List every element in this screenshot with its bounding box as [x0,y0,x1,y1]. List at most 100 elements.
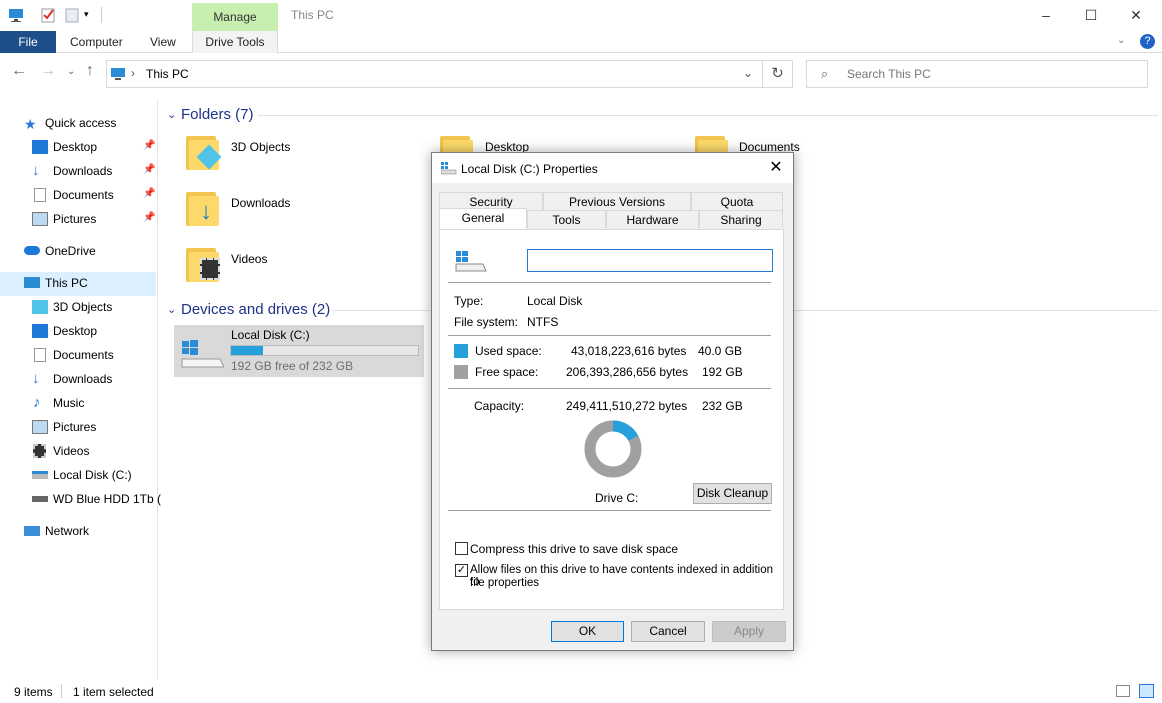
capacity-bytes: 249,411,510,272 bytes [566,399,688,413]
local-disk-tile[interactable]: Local Disk (C:) 192 GB free of 232 GB [174,325,424,377]
index-checkbox[interactable]: ✓ [455,564,468,577]
breadcrumb-chevron-icon: › [131,66,135,80]
tab-previous-versions[interactable]: Previous Versions [543,192,691,210]
ribbon-tabs: File Computer View Drive Tools ⌄ ? [0,31,1162,53]
up-icon[interactable]: ↑ [86,62,94,80]
drive-icon [32,496,48,502]
properties-icon[interactable] [40,7,56,23]
address-bar[interactable]: › This PC ⌄ [106,60,763,88]
separator [448,282,771,283]
pin-icon[interactable]: 📌 [143,212,155,223]
tab-hardware[interactable]: Hardware [606,210,699,228]
tab-sharing[interactable]: Sharing [699,210,783,228]
help-icon[interactable]: ? [1140,34,1155,49]
usage-donut-chart [584,420,642,478]
free-space-swatch [454,365,468,379]
index-label-line2: file properties [470,577,540,589]
windows-drive-icon [455,251,487,272]
back-icon[interactable]: ← [11,62,27,80]
sidebar-label: Music [53,396,85,410]
collapse-chevron-icon[interactable]: ⌄ [167,108,176,121]
folder-label[interactable]: 3D Objects [231,140,290,154]
sidebar-label: Local Disk (C:) [53,468,132,482]
ok-button[interactable]: OK [551,621,624,642]
sidebar-label: Downloads [53,372,113,386]
filesystem-label: File system: [454,315,519,329]
cloud-icon [24,246,40,255]
maximize-button[interactable]: ☐ [1068,0,1114,31]
search-placeholder: Search This PC [847,67,931,81]
breadcrumb[interactable]: This PC [146,67,189,81]
film-icon [33,444,46,458]
desktop-icon [32,324,48,338]
tab-file[interactable]: File [0,31,56,53]
recent-locations-icon[interactable]: ⌄ [67,66,75,77]
manage-tab[interactable]: Manage [192,3,278,31]
used-space-swatch [454,344,468,358]
folders-group-header[interactable]: Folders (7) [181,106,254,123]
divider [61,684,62,698]
address-dropdown-icon[interactable]: ⌄ [743,66,753,80]
sidebar-label: Downloads [53,164,113,178]
pin-icon[interactable]: 📌 [143,140,155,151]
refresh-button[interactable]: ↻ [763,60,793,88]
general-tab-panel: Type: Local Disk File system: NTFS Used … [439,229,784,610]
status-bar: 9 items 1 item selected [0,680,1162,703]
minimize-button[interactable]: – [1023,0,1069,31]
drive-usage-fill [231,346,263,355]
details-view-icon[interactable] [1116,685,1130,697]
pin-icon[interactable]: 📌 [143,188,155,199]
tab-quota[interactable]: Quota [691,192,783,210]
tab-view[interactable]: View [150,31,176,53]
sidebar-label: Documents [53,188,114,202]
drive-usage-bar [230,345,419,356]
star-icon: ★ [24,116,37,132]
sidebar-label: Pictures [53,212,97,226]
pin-icon[interactable]: 📌 [143,164,155,175]
drive-label-input[interactable] [527,249,773,272]
devices-group-header[interactable]: Devices and drives (2) [181,301,330,318]
drive-letter-label: Drive C: [595,491,639,505]
download-arrow-icon: ↓ [32,370,40,387]
title-bar: ▾ Manage This PC – ☐ ✕ [0,0,1162,31]
sidebar-label: Quick access [45,116,117,130]
computer-icon [24,277,40,288]
forward-icon[interactable]: → [40,62,56,80]
videos-folder-icon [186,246,222,282]
large-icons-view-icon[interactable] [1139,684,1154,698]
item-count: 9 items [14,685,53,699]
desktop-folder-icon [440,134,476,152]
dialog-title: Local Disk (C:) Properties [461,162,598,176]
disk-cleanup-button[interactable]: Disk Cleanup [693,483,772,504]
used-space-gb: 40.0 GB [698,344,743,358]
expand-ribbon-icon[interactable]: ⌄ [1117,35,1125,46]
compress-label: Compress this drive to save disk space [470,542,679,556]
capacity-label: Capacity: [474,399,525,413]
search-icon: ⌕ [821,66,829,81]
free-space-bytes: 206,393,286,656 bytes [566,365,689,379]
cancel-button[interactable]: Cancel [631,621,705,642]
search-input[interactable]: ⌕ Search This PC [806,60,1148,88]
dialog-close-button[interactable]: ✕ [759,153,793,183]
tab-tools[interactable]: Tools [527,210,606,228]
drive-free-text: 192 GB free of 232 GB [231,359,354,373]
compress-checkbox[interactable] [455,542,468,555]
tab-computer[interactable]: Computer [70,31,123,53]
apply-button[interactable]: Apply [712,621,786,642]
folder-label[interactable]: Videos [231,252,267,266]
close-button[interactable]: ✕ [1113,0,1159,31]
customize-toolbar-icon[interactable]: ▾ [84,9,100,25]
drive-icon [32,471,48,479]
used-space-label: Used space: [475,344,542,358]
folder-label[interactable]: Downloads [231,196,290,210]
separator [448,388,771,389]
free-space-gb: 192 GB [702,365,743,379]
tab-drive-tools[interactable]: Drive Tools [192,31,278,53]
type-value: Local Disk [527,294,583,308]
music-note-icon: ♪ [33,394,41,411]
new-folder-icon[interactable] [64,7,80,23]
collapse-chevron-icon[interactable]: ⌄ [167,303,176,316]
cube-icon [32,300,48,314]
tab-general[interactable]: General [439,208,527,229]
documents-folder-icon [695,134,731,152]
